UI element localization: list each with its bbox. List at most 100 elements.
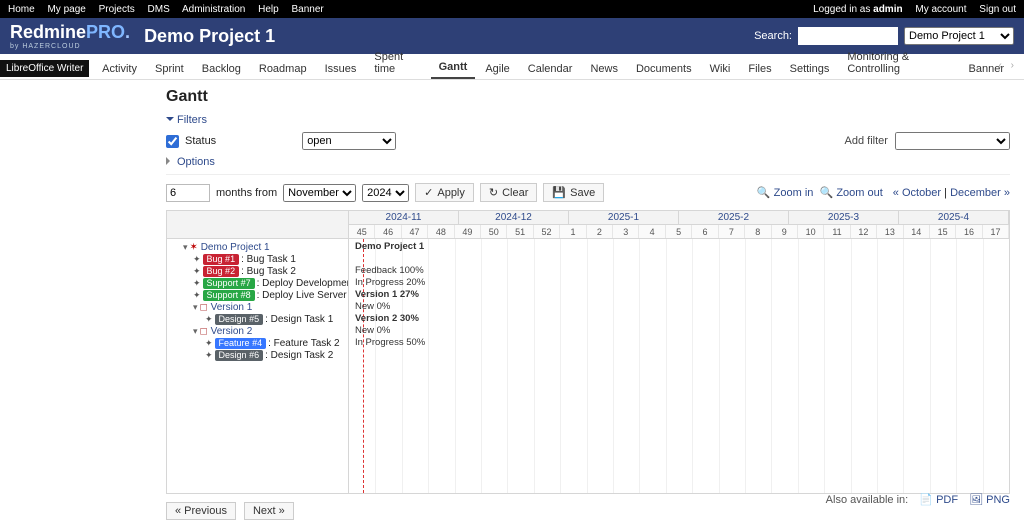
tab-issues[interactable]: Issues [317, 59, 365, 79]
tree-row[interactable]: ▾✶ Demo Project 1 [169, 241, 346, 253]
week-header: 3 [613, 225, 639, 238]
status-checkbox[interactable] [166, 135, 179, 148]
tab-spenttime[interactable]: Spent time [366, 47, 428, 79]
topmenu-home[interactable]: Home [8, 4, 35, 15]
clear-button[interactable]: ↻Clear [480, 183, 538, 202]
brand-sub: by HAZERCLOUD [10, 43, 130, 50]
gantt-label: New 0% [355, 301, 425, 313]
week-header: 15 [930, 225, 956, 238]
tab-documents[interactable]: Documents [628, 59, 700, 79]
export-links: Also available in: 📄 PDF 🖼 PNG [826, 493, 1010, 506]
issue-badge[interactable]: Bug #1 [203, 254, 240, 265]
tab-agile[interactable]: Agile [477, 59, 517, 79]
month-header[interactable]: 2024-12 [459, 211, 569, 224]
tab-monitoring[interactable]: Monitoring & Controlling [839, 47, 958, 79]
month-select[interactable]: November [283, 184, 356, 202]
tab-wiki[interactable]: Wiki [702, 59, 739, 79]
add-filter-select[interactable] [895, 132, 1010, 150]
tab-calendar[interactable]: Calendar [520, 59, 581, 79]
week-header: 12 [851, 225, 877, 238]
my-account-link[interactable]: My account [915, 4, 966, 15]
tree-row[interactable]: ✦Design #6: Design Task 2 [169, 349, 346, 361]
month-header[interactable]: 2025-2 [679, 211, 789, 224]
tree-row[interactable]: ✦Feature #4: Feature Task 2 [169, 337, 346, 349]
filters-toggle[interactable]: Filters [166, 114, 207, 126]
tab-scroll-left-icon[interactable]: ‹ [999, 60, 1002, 71]
months-input[interactable] [166, 184, 210, 202]
issue-icon: ✦ [193, 254, 201, 264]
export-png[interactable]: 🖼 PNG [969, 494, 1010, 506]
issue-badge[interactable]: Design #6 [215, 350, 264, 361]
current-user[interactable]: admin [873, 4, 902, 15]
topmenu-admin[interactable]: Administration [182, 4, 245, 15]
options-toggle[interactable]: Options [166, 156, 215, 168]
caret-icon[interactable]: ▾ [193, 326, 198, 336]
divider [166, 174, 1010, 175]
tab-gantt[interactable]: Gantt [431, 57, 476, 79]
save-icon: 💾 [552, 186, 566, 199]
zoom-in-link[interactable]: Zoom in [774, 187, 814, 199]
top-menu: Home My page Projects DMS Administration… [0, 0, 1024, 18]
gantt-label: Version 1 27% [355, 289, 425, 301]
tree-row[interactable]: ▾◻ Version 1 [169, 301, 346, 313]
gantt-timeline-pane[interactable]: 2024-112024-122025-12025-22025-32025-4 4… [349, 211, 1009, 493]
png-icon: 🖼 [969, 494, 983, 506]
issue-badge[interactable]: Design #5 [215, 314, 264, 325]
month-header[interactable]: 2024-11 [349, 211, 459, 224]
pdf-icon: 📄 [919, 494, 933, 506]
zoom-out-link[interactable]: Zoom out [836, 187, 882, 199]
tab-news[interactable]: News [582, 59, 626, 79]
week-header: 7 [719, 225, 745, 238]
tab-scroll-right-icon[interactable]: › [1011, 60, 1014, 71]
package-icon: ◻ [200, 302, 208, 313]
month-header[interactable]: 2025-4 [899, 211, 1009, 224]
logo: RedminePRO. by HAZERCLOUD Demo Project 1 [10, 22, 275, 50]
tree-row[interactable]: ▾◻ Version 2 [169, 325, 346, 337]
topmenu-banner[interactable]: Banner [291, 4, 323, 15]
tree-row[interactable]: ✦Support #8: Deploy Live Server [169, 289, 346, 301]
prev-page-button[interactable]: « Previous [166, 502, 236, 520]
tab-backlog[interactable]: Backlog [194, 59, 249, 79]
brand-dot: . [125, 22, 130, 42]
caret-icon[interactable]: ▾ [183, 242, 188, 252]
tab-activity[interactable]: Activity [94, 59, 145, 79]
next-page-button[interactable]: Next » [244, 502, 294, 520]
caret-icon[interactable]: ▾ [193, 302, 198, 312]
search-input[interactable] [798, 27, 898, 45]
apply-button[interactable]: ✓Apply [415, 183, 474, 202]
issue-badge[interactable]: Support #8 [203, 290, 255, 301]
project-select[interactable]: Demo Project 1 [904, 27, 1014, 45]
week-header: 5 [666, 225, 692, 238]
gantt-label: Demo Project 1 [355, 241, 425, 253]
issue-badge[interactable]: Feature #4 [215, 338, 267, 349]
topmenu-help[interactable]: Help [258, 4, 279, 15]
gantt-tree-pane: ▾✶ Demo Project 1✦Bug #1: Bug Task 1✦Bug… [167, 211, 349, 493]
status-select[interactable]: open [302, 132, 396, 150]
star-icon: ✶ [190, 242, 198, 253]
export-pdf[interactable]: 📄 PDF [919, 494, 958, 506]
tree-row[interactable]: ✦Design #5: Design Task 1 [169, 313, 346, 325]
next-month-link[interactable]: December » [950, 187, 1010, 199]
topmenu-dms[interactable]: DMS [148, 4, 170, 15]
tab-settings[interactable]: Settings [782, 59, 838, 79]
issue-badge[interactable]: Support #7 [203, 278, 255, 289]
prev-month-link[interactable]: « October [893, 187, 941, 199]
week-header: 45 [349, 225, 375, 238]
topmenu-mypage[interactable]: My page [47, 4, 85, 15]
tree-row[interactable]: ✦Support #7: Deploy Development Server [169, 277, 346, 289]
tab-roadmap[interactable]: Roadmap [251, 59, 315, 79]
gantt-label [355, 253, 425, 265]
month-header[interactable]: 2025-1 [569, 211, 679, 224]
year-select[interactable]: 2024 [362, 184, 409, 202]
issue-badge[interactable]: Bug #2 [203, 266, 240, 277]
save-button[interactable]: 💾Save [543, 183, 604, 202]
tree-row[interactable]: ✦Bug #1: Bug Task 1 [169, 253, 346, 265]
content: Gantt Filters Status open Add filter Opt… [0, 80, 1024, 528]
tree-row[interactable]: ✦Bug #2: Bug Task 2 [169, 265, 346, 277]
month-header[interactable]: 2025-3 [789, 211, 899, 224]
brand-redmine: Redmine [10, 22, 86, 42]
tab-sprint[interactable]: Sprint [147, 59, 192, 79]
tab-files[interactable]: Files [740, 59, 779, 79]
sign-out-link[interactable]: Sign out [979, 4, 1016, 15]
topmenu-projects[interactable]: Projects [99, 4, 135, 15]
